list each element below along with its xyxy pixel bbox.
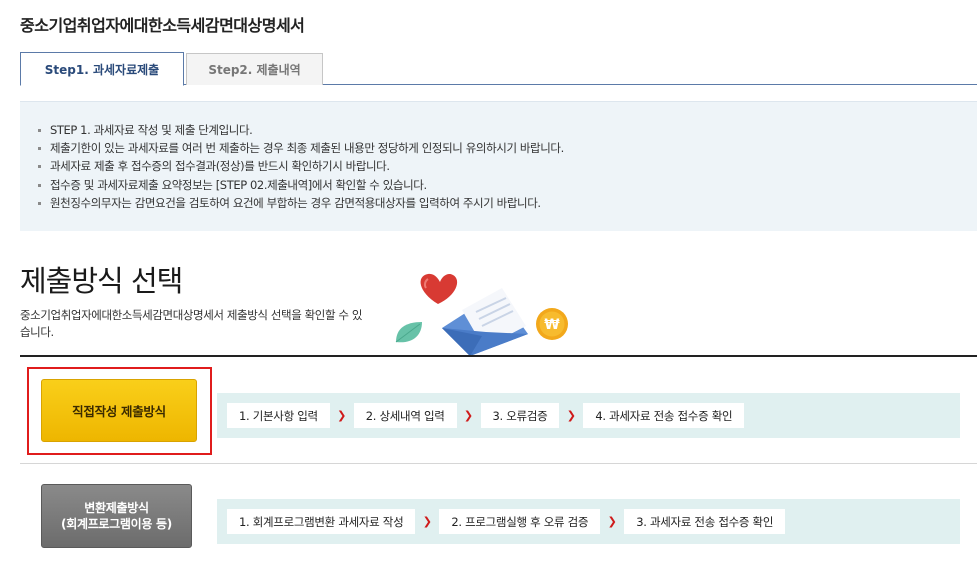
tab-step1-submit[interactable]: Step1. 과세자료제출: [20, 52, 184, 86]
direct-submission-button[interactable]: 직접작성 제출방식: [41, 379, 197, 442]
chevron-right-icon: ❯: [566, 409, 576, 422]
notice-list: STEP 1. 과세자료 작성 및 제출 단계입니다. 제출기한이 있는 과세자…: [20, 102, 977, 212]
notice-item: 접수증 및 과세자료제출 요약정보는 [STEP 02.제출내역]에서 확인할 …: [38, 176, 977, 194]
coin-icon: ₩: [536, 308, 568, 340]
step-detail-input: 2. 상세내역 입력: [353, 403, 457, 428]
chevron-right-icon: ❯: [422, 515, 432, 528]
step-error-check: 3. 오류검증: [480, 403, 560, 428]
convert-button-label: 변환제출방식: [84, 501, 149, 515]
submission-illustration: ₩: [395, 273, 568, 356]
chevron-right-icon: ❯: [463, 409, 474, 422]
convert-button-sublabel: (회계프로그램이용 등): [61, 517, 172, 531]
step-program-convert: 1. 회계프로그램변환 과세자료 작성: [227, 509, 416, 534]
notice-item: 제출기한이 있는 과세자료를 여러 번 제출하는 경우 최종 제출된 내용만 정…: [38, 139, 977, 157]
step-transmit-receipt: 4. 과세자료 전송 접수증 확인: [583, 403, 745, 428]
convert-process-steps: 1. 회계프로그램변환 과세자료 작성 ❯ 2. 프로그램실행 후 오류 검증 …: [217, 499, 960, 544]
direct-process-steps: 1. 기본사항 입력 ❯ 2. 상세내역 입력 ❯ 3. 오류검증 ❯ 4. 과…: [217, 393, 960, 438]
chevron-right-icon: ❯: [337, 409, 347, 422]
step-program-verify: 2. 프로그램실행 후 오류 검증: [439, 509, 601, 534]
tab-bar: Step1. 과세자료제출 Step2. 제출내역: [20, 52, 977, 86]
convert-submission-button[interactable]: 변환제출방식 (회계프로그램이용 등): [41, 484, 192, 548]
step-basic-info: 1. 기본사항 입력: [227, 403, 330, 428]
notice-item: STEP 1. 과세자료 작성 및 제출 단계입니다.: [38, 121, 977, 139]
page-title: 중소기업취업자에대한소득세감면대상명세서: [20, 16, 305, 35]
heart-icon: [420, 273, 458, 304]
notice-box: STEP 1. 과세자료 작성 및 제출 단계입니다. 제출기한이 있는 과세자…: [20, 101, 977, 231]
method-divider: [20, 463, 977, 464]
section-description: 중소기업취업자에대한소득세감면대상명세서 제출방식 선택을 확인할 수 있습니다…: [20, 308, 363, 339]
envelope-icon: [442, 288, 528, 356]
notice-item: 과세자료 제출 후 접수증의 접수결과(정상)를 반드시 확인하기시 바랍니다.: [38, 157, 977, 175]
step-transmit-receipt: 3. 과세자료 전송 접수증 확인: [624, 509, 786, 534]
tab-step2-history[interactable]: Step2. 제출내역: [186, 53, 323, 85]
coin-symbol: ₩: [544, 317, 560, 333]
notice-item: 원천징수의무자는 감면요건을 검토하여 요건에 부합하는 경우 감면적용대상자를…: [38, 194, 977, 212]
section-divider: [20, 355, 977, 357]
chevron-right-icon: ❯: [607, 515, 617, 528]
leaf-icon: [395, 322, 422, 343]
section-title: 제출방식 선택: [20, 264, 183, 298]
